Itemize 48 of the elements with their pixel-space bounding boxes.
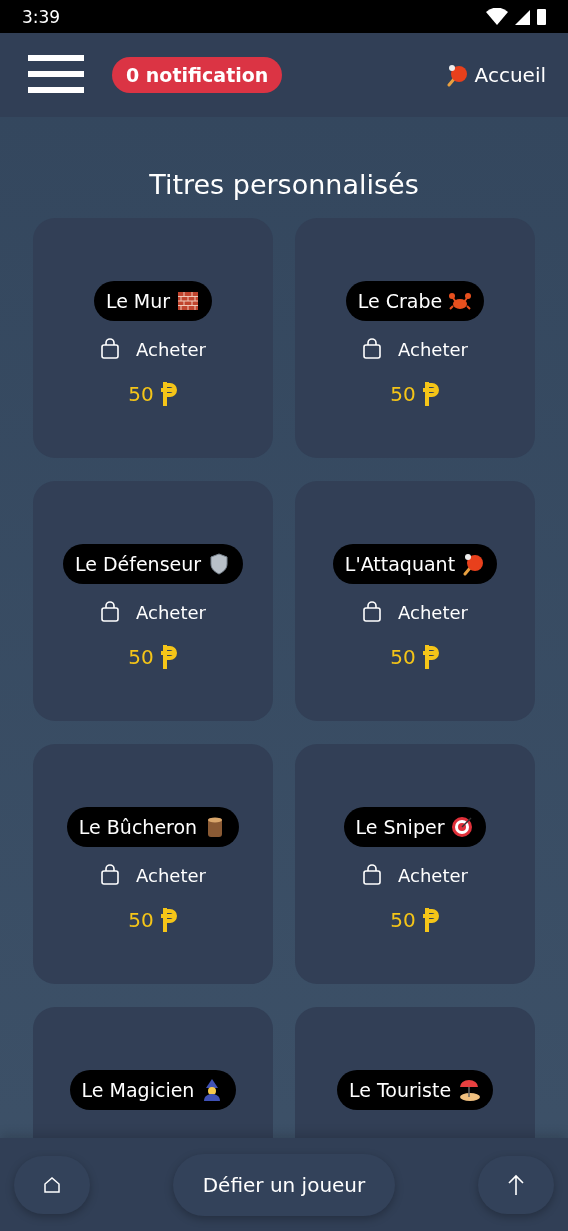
title-name: Le Défenseur [74,553,202,575]
coin-symbol-icon [159,381,178,407]
price: 50 [128,382,154,406]
buy-button[interactable]: Acheter [94,337,212,361]
home-link[interactable]: Accueil [444,63,546,87]
title-name: L'Attaquant [344,553,456,575]
home-icon [42,1174,62,1195]
buy-button[interactable]: Acheter [356,337,474,361]
notification-badge[interactable]: 0 notification [112,57,283,93]
price: 50 [128,908,154,932]
shopping-bag-icon [100,601,121,623]
coin-symbol-icon [421,381,440,407]
beach-umbrella-icon [457,1078,482,1102]
arrow-up-icon [506,1172,526,1197]
coin-symbol-icon [159,644,178,670]
shopping-bag-icon [100,864,121,886]
coin-symbol-icon [421,644,440,670]
shopping-bag-icon [100,338,121,360]
title-name: Le Mur [105,290,171,312]
shopping-bag-icon [362,601,383,623]
buy-button[interactable]: Acheter [356,600,474,624]
challenge-button[interactable]: Défier un joueur [172,1153,396,1216]
shopping-bag-icon [362,864,383,886]
title-name: Le Magicien [81,1079,195,1101]
coin-symbol-icon [159,907,178,933]
clock: 3:39 [22,6,61,27]
brick-wall-icon [176,289,201,313]
title-name: Le Crabe [357,290,443,312]
wifi-icon [485,7,509,26]
ping-pong-icon [461,552,486,576]
page-title: Titres personnalisés [149,169,419,200]
title-name: Le Bûcheron [78,816,198,838]
price: 50 [128,645,154,669]
menu-icon [28,53,84,94]
signal-icon [515,8,531,25]
shopping-bag-icon [362,338,383,360]
title-name: Le Sniper [355,816,445,838]
price: 50 [390,908,416,932]
buy-button[interactable]: Acheter [356,863,474,887]
price: 50 [390,382,416,406]
title-name: Le Touriste [348,1079,452,1101]
buy-button[interactable]: Acheter [94,600,212,624]
home-button[interactable] [14,1155,90,1214]
battery-icon [537,8,546,25]
coin-symbol-icon [421,907,440,933]
price: 50 [390,645,416,669]
buy-button[interactable]: Acheter [94,863,212,887]
target-icon [450,815,475,839]
